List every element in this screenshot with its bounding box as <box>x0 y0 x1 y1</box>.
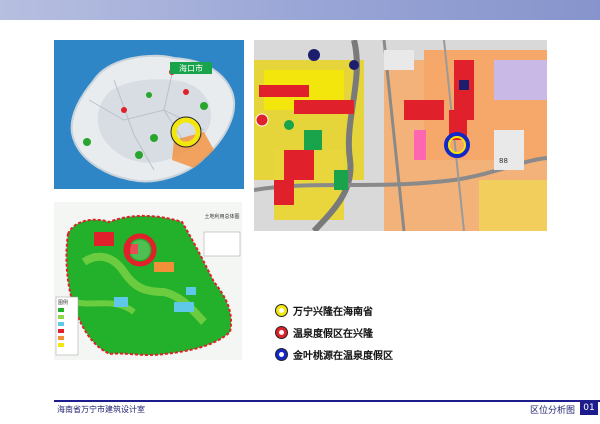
legend-heading: 图例 <box>58 299 68 306</box>
blue-ring-icon <box>276 348 287 360</box>
footer-divider <box>54 400 600 402</box>
yellow-ring-icon <box>276 304 287 316</box>
legend-item-project: 金叶桃源在温泉度假区 <box>276 344 393 364</box>
hainan-map-graphic: 海口市 <box>54 40 244 189</box>
red-ring-icon <box>276 326 287 338</box>
xinglong-town-map: 88 <box>254 40 547 231</box>
top-banner <box>0 0 600 20</box>
legend-label-project: 金叶桃源在温泉度假区 <box>293 350 393 362</box>
map-number: 88 <box>499 157 508 165</box>
legend-item-province: 万宁兴隆在海南省 <box>276 300 373 320</box>
footer-company: 海南省万宁市建筑设计室 <box>57 405 145 414</box>
land-use-map-graphic: 土地利用总体图 图例 <box>54 202 242 360</box>
page-number-badge: 01 <box>580 401 598 415</box>
haikou-label: 海口市 <box>179 63 203 73</box>
footer-sheet-title: 区位分析图 <box>530 406 576 416</box>
land-use-map: 土地利用总体图 图例 <box>54 202 242 360</box>
map-title: 土地利用总体图 <box>204 213 239 220</box>
town-map-graphic: 88 <box>254 40 547 231</box>
legend-label-resort: 温泉度假区在兴隆 <box>293 328 373 340</box>
hainan-province-map: 海口市 <box>54 40 244 189</box>
legend-label-province: 万宁兴隆在海南省 <box>293 306 373 318</box>
legend-item-resort: 温泉度假区在兴隆 <box>276 322 373 342</box>
location-legend: 万宁兴隆在海南省 温泉度假区在兴隆 金叶桃源在温泉度假区 <box>276 300 476 372</box>
